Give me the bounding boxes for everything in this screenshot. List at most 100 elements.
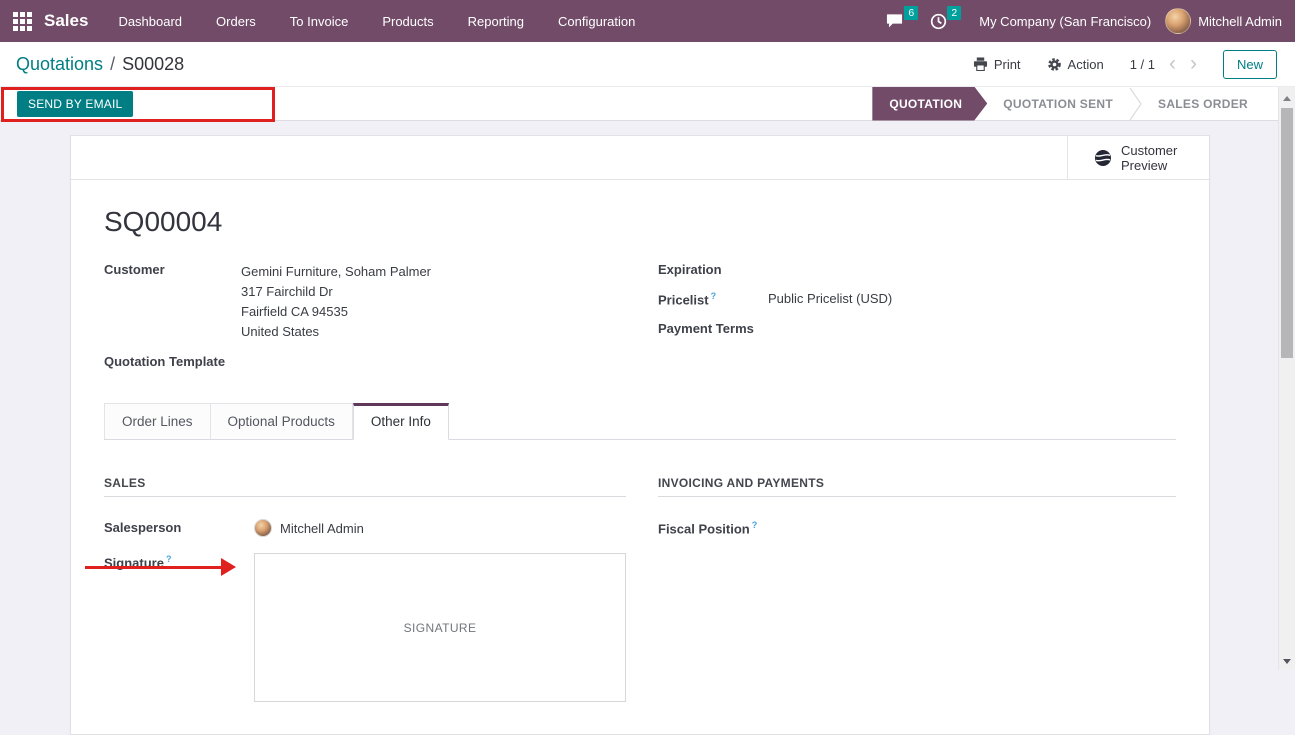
menu-dashboard[interactable]: Dashboard <box>116 10 184 33</box>
customer-label: Customer <box>104 262 165 277</box>
other-info-page: SALES Salesperson Mitchell Admin Signatu… <box>104 440 1176 715</box>
gear-icon <box>1047 57 1061 71</box>
user-avatar <box>1165 8 1192 34</box>
menu-reporting[interactable]: Reporting <box>466 10 526 33</box>
payment-terms-label: Payment Terms <box>658 321 754 337</box>
content-area: Customer Preview SQ00004 Customer Gemini… <box>0 121 1295 735</box>
quotation-template-value[interactable] <box>241 354 626 369</box>
pager: 1 / 1 ‹ › <box>1129 53 1197 74</box>
app-name[interactable]: Sales <box>44 11 88 31</box>
stage-pipeline: QUOTATION QUOTATION SENT SALES ORDER <box>872 87 1264 121</box>
action-label: Action <box>1067 56 1104 72</box>
user-name: Mitchell Admin <box>1198 13 1282 29</box>
expiration-field-row: Expiration <box>658 262 1176 277</box>
expiration-label: Expiration <box>658 262 722 277</box>
pager-value: 1 / 1 <box>1129 56 1155 72</box>
action-button[interactable]: Action <box>1047 57 1104 72</box>
breadcrumb-separator: / <box>110 53 116 74</box>
stage-quotation[interactable]: QUOTATION <box>872 87 987 121</box>
breadcrumb-current: S00028 <box>122 53 185 74</box>
pager-previous-icon[interactable]: ‹ <box>1169 53 1176 74</box>
form-statusbar: SEND BY EMAIL QUOTATION QUOTATION SENT S… <box>0 87 1295 121</box>
form-right-column: Expiration Pricelist? Public Pricelist (… <box>658 262 1176 381</box>
salesperson-value[interactable]: Mitchell Admin <box>254 519 364 537</box>
payment-terms-value[interactable] <box>768 321 1176 336</box>
signature-field-row: Signature? SIGNATURE <box>104 553 626 702</box>
signature-input[interactable]: SIGNATURE <box>254 553 626 702</box>
pricelist-label: Pricelist? <box>658 291 717 308</box>
expiration-value[interactable] <box>768 262 1176 277</box>
breadcrumb-quotations-link[interactable]: Quotations <box>16 54 103 75</box>
customer-city: Fairfield CA 94535 <box>241 304 348 319</box>
top-navbar: Sales Dashboard Orders To Invoice Produc… <box>0 0 1295 42</box>
company-switcher[interactable]: My Company (San Francisco) <box>979 14 1151 29</box>
scroll-up-icon[interactable] <box>1283 96 1291 101</box>
salesperson-name: Mitchell Admin <box>280 520 364 536</box>
customer-value[interactable]: Gemini Furniture, Soham Palmer 317 Fairc… <box>241 262 626 342</box>
vertical-scrollbar[interactable] <box>1278 87 1295 670</box>
breadcrumb-actions: Print Action 1 / 1 ‹ › New <box>973 49 1277 79</box>
customer-name[interactable]: Gemini Furniture, Soham Palmer <box>241 262 626 282</box>
activities-button[interactable]: 2 <box>930 5 962 30</box>
navbar-right: 6 2 My Company (San Francisco) Mitchell … <box>885 5 1282 34</box>
menu-configuration[interactable]: Configuration <box>556 10 637 33</box>
sheet-body: SQ00004 Customer Gemini Furniture, Soham… <box>71 206 1209 715</box>
quotation-template-field-row: Quotation Template <box>104 354 626 369</box>
scroll-down-icon[interactable] <box>1283 659 1291 664</box>
menu-orders[interactable]: Orders <box>214 10 258 33</box>
customer-field-row: Customer Gemini Furniture, Soham Palmer … <box>104 262 626 342</box>
activities-badge: 2 <box>947 5 962 20</box>
salesperson-label: Salesperson <box>104 520 182 535</box>
customer-country: United States <box>241 324 320 339</box>
stage-quotation-sent[interactable]: QUOTATION SENT <box>987 87 1129 121</box>
payment-terms-field-row: Payment Terms <box>658 321 1176 336</box>
pricelist-value[interactable]: Public Pricelist (USD) <box>768 291 1176 307</box>
user-menu[interactable]: Mitchell Admin <box>1165 8 1282 34</box>
pricelist-help-icon: ? <box>710 291 717 301</box>
salesperson-field-row: Salesperson Mitchell Admin <box>104 519 626 537</box>
tab-order-lines[interactable]: Order Lines <box>104 403 211 439</box>
salesperson-avatar <box>254 519 272 537</box>
stage-separator-icon <box>1129 87 1142 121</box>
print-label: Print <box>993 56 1021 72</box>
menu-products[interactable]: Products <box>380 10 435 33</box>
form-sheet: Customer Preview SQ00004 Customer Gemini… <box>70 135 1210 735</box>
chat-bubble-icon <box>887 14 903 28</box>
clock-icon <box>931 13 947 29</box>
quotation-template-label: Quotation Template <box>104 354 226 369</box>
sales-section: SALES Salesperson Mitchell Admin Signatu… <box>104 476 626 715</box>
invoicing-section-title: INVOICING AND PAYMENTS <box>658 476 1176 497</box>
messages-badge: 6 <box>904 6 919 20</box>
stage-sales-order[interactable]: SALES ORDER <box>1142 87 1264 121</box>
customer-preview-button[interactable]: Customer Preview <box>1067 136 1209 179</box>
control-panel: Quotations / S00028 Print Action 1 / 1 ‹… <box>0 42 1295 87</box>
record-title[interactable]: SQ00004 <box>104 206 1176 238</box>
main-menu: Dashboard Orders To Invoice Products Rep… <box>116 10 637 33</box>
scrollbar-thumb[interactable] <box>1281 108 1293 358</box>
pricelist-field-row: Pricelist? Public Pricelist (USD) <box>658 291 1176 307</box>
form-top-grid: Customer Gemini Furniture, Soham Palmer … <box>104 262 1176 381</box>
invoicing-section: INVOICING AND PAYMENTS Fiscal Position? <box>658 476 1176 715</box>
signature-help-icon: ? <box>165 554 172 564</box>
tab-optional-products[interactable]: Optional Products <box>210 403 353 439</box>
fiscal-position-field-row: Fiscal Position? <box>658 519 1176 536</box>
button-box: Customer Preview <box>71 136 1209 180</box>
apps-grid-icon[interactable] <box>13 11 32 31</box>
send-by-email-button[interactable]: SEND BY EMAIL <box>17 90 134 117</box>
fiscal-position-help-icon: ? <box>751 520 758 530</box>
messages-button[interactable]: 6 <box>885 6 919 29</box>
form-left-column: Customer Gemini Furniture, Soham Palmer … <box>104 262 626 381</box>
sales-section-title: SALES <box>104 476 626 497</box>
customer-street: 317 Fairchild Dr <box>241 284 333 299</box>
tab-other-info[interactable]: Other Info <box>352 403 449 440</box>
customer-preview-label: Customer Preview <box>1121 142 1178 173</box>
signature-placeholder: SIGNATURE <box>403 620 477 635</box>
printer-icon <box>973 57 987 71</box>
print-button[interactable]: Print <box>973 57 1021 72</box>
globe-icon <box>1095 149 1111 166</box>
pager-next-icon[interactable]: › <box>1190 53 1197 74</box>
new-button[interactable]: New <box>1222 49 1277 79</box>
breadcrumb: Quotations / S00028 <box>16 54 184 75</box>
notebook-tabs: Order Lines Optional Products Other Info <box>104 403 1176 440</box>
menu-to-invoice[interactable]: To Invoice <box>288 10 351 33</box>
